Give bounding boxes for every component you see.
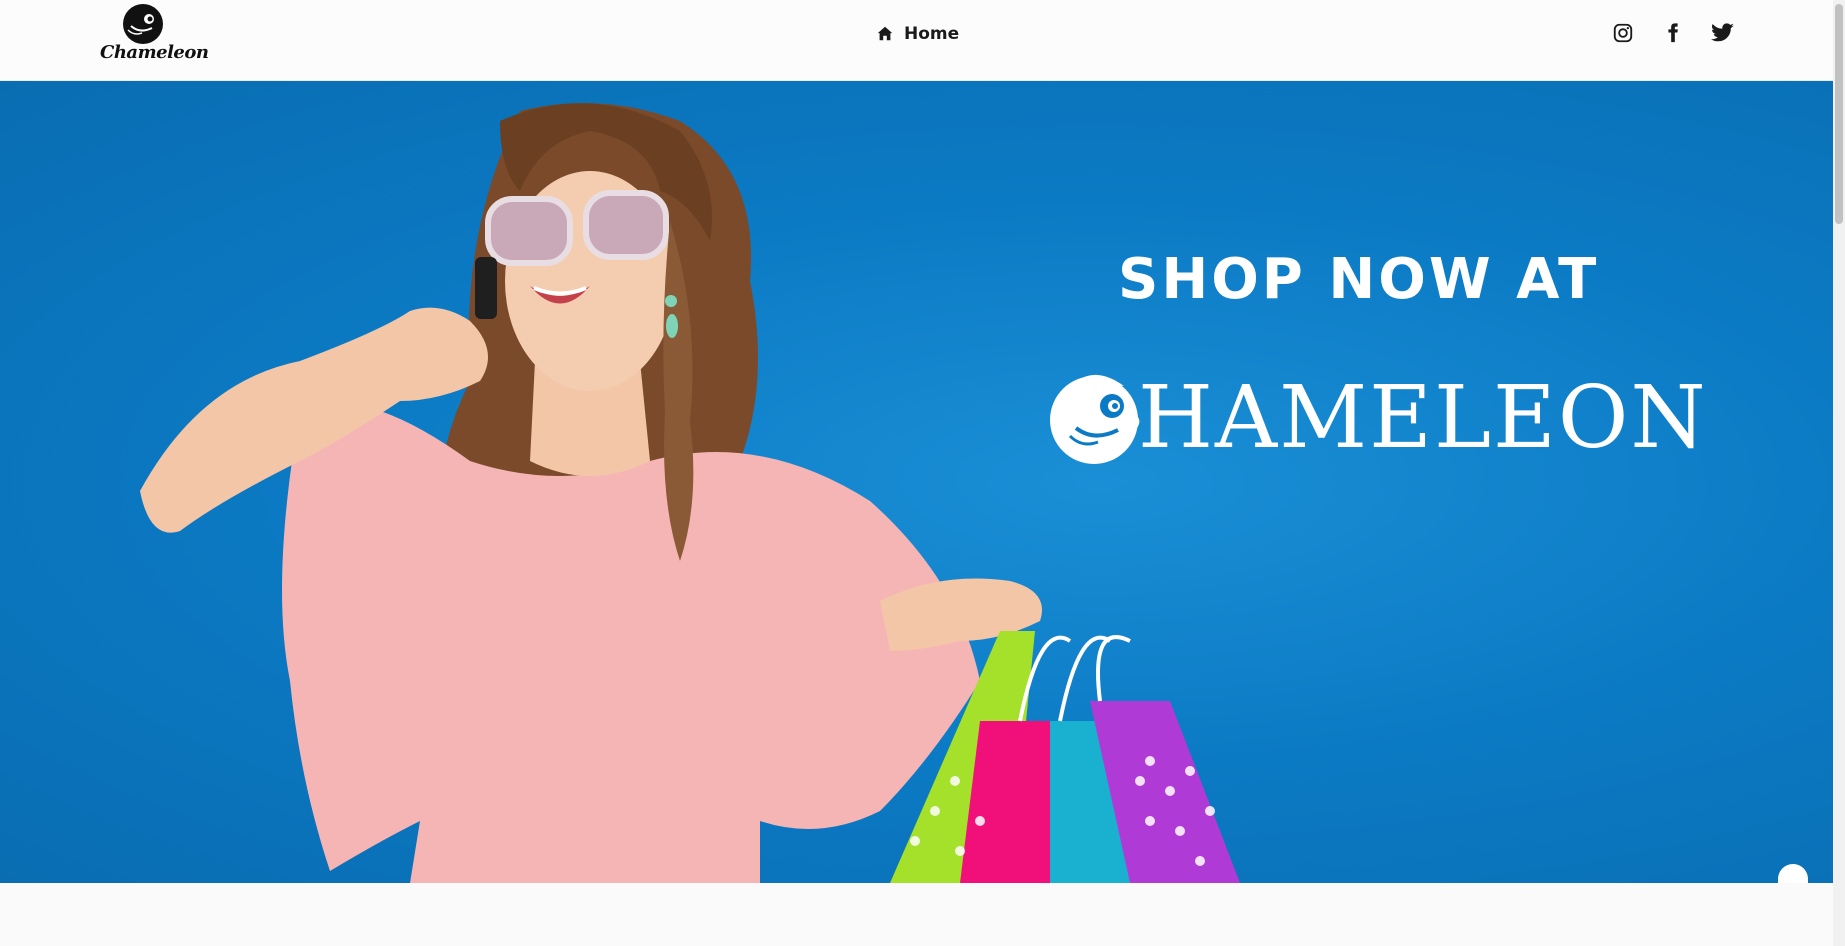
instagram-link[interactable] — [1610, 20, 1636, 46]
home-icon — [877, 26, 893, 41]
page-content-below — [0, 883, 1833, 946]
hero-headline: SHOP NOW AT — [1118, 247, 1600, 312]
site-header: Chameleon Home — [0, 0, 1833, 81]
page-scrollbar[interactable] — [1833, 0, 1845, 946]
carousel-indicators — [1778, 864, 1808, 883]
twitter-link[interactable] — [1710, 20, 1736, 46]
brand-wordmark: HAMELEON — [1046, 353, 1706, 483]
brand-wordmark-text: HAMELEON — [1138, 368, 1708, 468]
facebook-icon — [1668, 23, 1678, 43]
nav-home-label: Home — [904, 24, 960, 44]
nav-home-link[interactable]: Home — [876, 24, 959, 44]
hero-banner: SHOP NOW AT HAMELEON — [0, 81, 1833, 883]
twitter-icon — [1711, 23, 1734, 42]
logo-text: Chameleon — [100, 42, 209, 63]
facebook-link[interactable] — [1660, 20, 1686, 46]
page: Chameleon Home SHOP NOW AT HAMELEON — [0, 0, 1845, 946]
instagram-icon — [1613, 23, 1633, 43]
chameleon-mark-icon — [1050, 374, 1140, 464]
scrollbar-thumb[interactable] — [1835, 4, 1843, 224]
